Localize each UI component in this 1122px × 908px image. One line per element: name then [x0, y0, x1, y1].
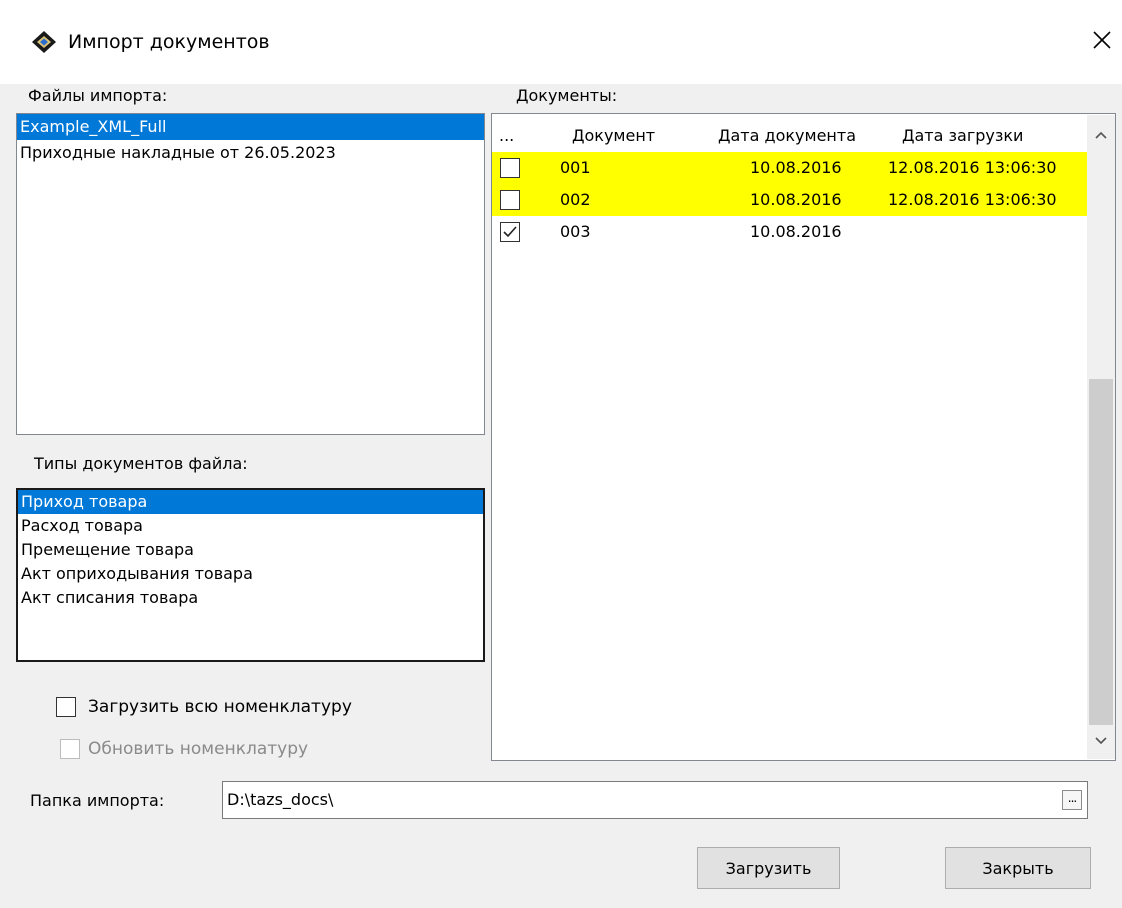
document-date: 10.08.2016: [750, 190, 842, 209]
file-list-item[interactable]: Example_XML_Full: [17, 114, 484, 140]
chevron-up-icon: [1095, 131, 1107, 139]
document-date: 10.08.2016: [750, 222, 842, 241]
scroll-thumb[interactable]: [1089, 379, 1113, 725]
document-row-checkbox[interactable]: [500, 158, 520, 178]
document-row-checkbox[interactable]: [500, 190, 520, 210]
document-number: 002: [560, 190, 591, 209]
window-title: Импорт документов: [68, 31, 270, 53]
document-number: 003: [560, 222, 591, 241]
column-header-doc-date[interactable]: Дата документа: [718, 122, 856, 150]
document-date: 10.08.2016: [750, 158, 842, 177]
import-folder-input[interactable]: D:\tazs_docs\ ...: [222, 781, 1088, 819]
doc-type-list-item[interactable]: Расход товара: [18, 514, 483, 538]
file-list-item[interactable]: Приходные накладные от 26.05.2023: [17, 140, 484, 166]
document-number: 001: [560, 158, 591, 177]
load-date: 12.08.2016 13:06:30: [888, 158, 1057, 177]
close-window-button[interactable]: [1082, 20, 1122, 60]
document-row[interactable]: 002 10.08.2016 12.08.2016 13:06:30: [492, 184, 1087, 216]
files-label: Файлы импорта:: [28, 86, 168, 105]
browse-folder-button[interactable]: ...: [1062, 790, 1082, 810]
document-row-checkbox[interactable]: [500, 222, 520, 242]
document-row[interactable]: 001 10.08.2016 12.08.2016 13:06:30: [492, 152, 1087, 184]
column-header-load-date[interactable]: Дата загрузки: [902, 122, 1023, 150]
doc-types-listbox[interactable]: Приход товара Расход товара Премещение тов…: [16, 488, 485, 662]
vertical-scrollbar[interactable]: [1087, 115, 1115, 759]
document-row[interactable]: 003 10.08.2016: [492, 216, 1087, 248]
close-button[interactable]: Закрыть: [945, 847, 1091, 889]
app-icon: [28, 28, 60, 56]
load-all-nomenclature-label[interactable]: Загрузить всю номенклатуру: [88, 695, 352, 719]
import-folder-label: Папка импорта:: [30, 791, 165, 810]
update-nomenclature-checkbox[interactable]: [60, 739, 80, 759]
grid-header: ... Документ Дата документа Дата загрузк…: [492, 122, 1087, 150]
doc-type-list-item[interactable]: Акт списания товара: [18, 586, 483, 610]
load-all-nomenclature-checkbox[interactable]: [56, 697, 76, 717]
scroll-down-arrow[interactable]: [1087, 727, 1115, 755]
checkmark-icon: [503, 226, 517, 238]
documents-label: Документы:: [516, 86, 618, 105]
load-button[interactable]: Загрузить: [697, 847, 840, 889]
doc-types-label: Типы документов файла:: [34, 454, 248, 473]
import-folder-value[interactable]: D:\tazs_docs\: [227, 782, 333, 818]
column-header-document[interactable]: Документ: [572, 122, 655, 150]
update-nomenclature-label[interactable]: Обновить номенклатуру: [88, 737, 308, 761]
close-icon: [1093, 31, 1111, 49]
documents-grid[interactable]: ... Документ Дата документа Дата загрузк…: [491, 113, 1116, 761]
doc-type-list-item[interactable]: Приход товара: [18, 490, 483, 514]
column-header-select[interactable]: ...: [499, 122, 514, 150]
doc-type-list-item[interactable]: Премещение товара: [18, 538, 483, 562]
scroll-up-arrow[interactable]: [1087, 121, 1115, 149]
chevron-down-icon: [1095, 737, 1107, 745]
doc-type-list-item[interactable]: Акт оприходывания товара: [18, 562, 483, 586]
load-date: 12.08.2016 13:06:30: [888, 190, 1057, 209]
files-listbox[interactable]: Example_XML_Full Приходные накладные от 2…: [16, 113, 485, 435]
title-bar: Импорт документов: [0, 0, 1122, 84]
